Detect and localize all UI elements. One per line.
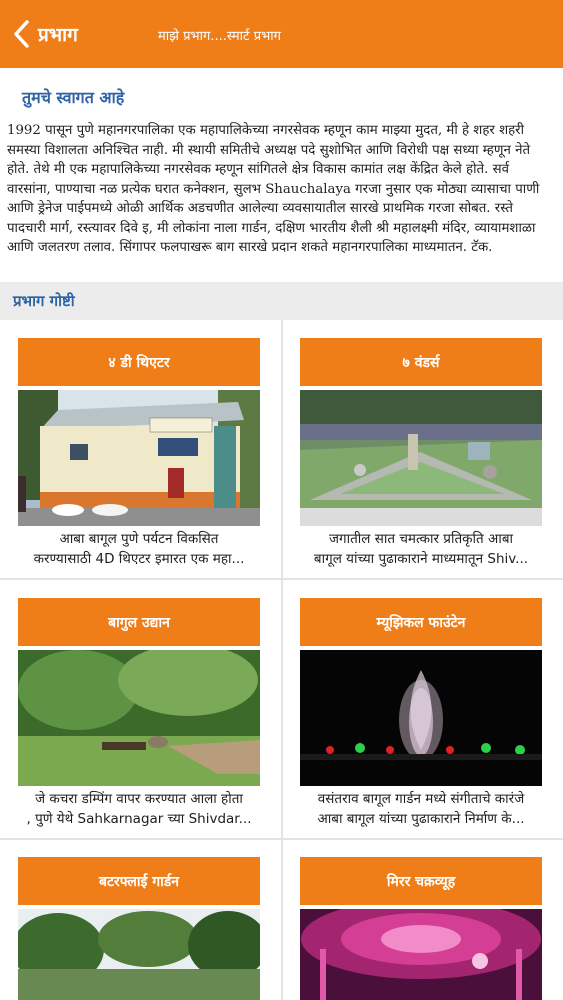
musical-fountain-image xyxy=(300,650,542,786)
back-arrow-icon[interactable] xyxy=(10,20,34,48)
card-caption-line1: वसंतराव बागूल गार्डन मध्ये संगीताचे कारं… xyxy=(317,791,525,807)
section-title: प्रभाग गोष्टी xyxy=(13,292,75,310)
theater-building-image xyxy=(18,390,260,526)
card-4d-theater[interactable]: ४ डी थिएटर आबा बागूल पुणे पर्यटन विकसित … xyxy=(18,338,260,569)
intro-paragraph: 1992 पासून पुणे महानगरपालिका एक महापालिक… xyxy=(7,123,540,255)
card-butterfly-garden[interactable]: बटरफ्लाई गार्डन xyxy=(18,857,260,1000)
welcome-heading: तुमचे स्वागत आहे xyxy=(22,88,125,107)
card-title: ४ डी थिएटर xyxy=(18,338,260,386)
page-subtitle: माझे प्रभाग....स्मार्ट प्रभाग xyxy=(158,29,281,44)
app-header: प्रभाग माझे प्रभाग....स्मार्ट प्रभाग xyxy=(0,0,563,68)
card-title: बटरफ्लाई गार्डन xyxy=(18,857,260,905)
card-7-wonders[interactable]: ७ वंडर्स जगातील सात चमत्कार प्रतिकृति आब… xyxy=(300,338,542,569)
grid-divider-vertical xyxy=(281,320,283,1000)
card-caption-line1: आबा बागूल पुणे पर्यटन विकसित xyxy=(59,531,219,547)
grid-divider-horizontal xyxy=(0,578,563,580)
card-title: ७ वंडर्स xyxy=(300,338,542,386)
card-mirror-maze[interactable]: मिरर चक्रव्यूह xyxy=(300,857,542,1000)
card-title: बागुल उद्यान xyxy=(18,598,260,646)
card-title: मिरर चक्रव्यूह xyxy=(300,857,542,905)
seven-wonders-park-image xyxy=(300,390,542,526)
card-caption-line1: जगातील सात चमत्कार प्रतिकृति आबा xyxy=(328,531,514,547)
card-musical-fountain[interactable]: म्यूझिकल फाउंटेन वसंतराव बागूल गार्डन मध… xyxy=(300,598,542,829)
butterfly-garden-image xyxy=(18,909,260,1000)
card-bagul-garden[interactable]: बागुल उद्यान जे कचरा डम्पिंग वापर करण्या… xyxy=(18,598,260,829)
card-caption-line1: जे कचरा डम्पिंग वापर करण्यात आला होता xyxy=(35,791,243,807)
card-caption-line2: बागूल यांच्या पुढाकाराने माध्यमातून Shiv… xyxy=(313,551,529,567)
mirror-maze-image xyxy=(300,909,542,1000)
card-caption-line2: करण्यासाठी 4D थिएटर इमारत एक महा... xyxy=(33,551,245,567)
card-caption-line2: आबा बागूल यांच्या पुढाकाराने निर्माण के.… xyxy=(317,811,525,827)
card-caption-line2: , पुणे येथे Sahkarnagar च्या Shivdar... xyxy=(26,811,252,827)
card-title: म्यूझिकल फाउंटेन xyxy=(300,598,542,646)
garden-image xyxy=(18,650,260,786)
section-header: प्रभाग गोष्टी xyxy=(0,282,563,320)
page-title: प्रभाग xyxy=(38,24,78,46)
grid-divider-horizontal xyxy=(0,838,563,840)
